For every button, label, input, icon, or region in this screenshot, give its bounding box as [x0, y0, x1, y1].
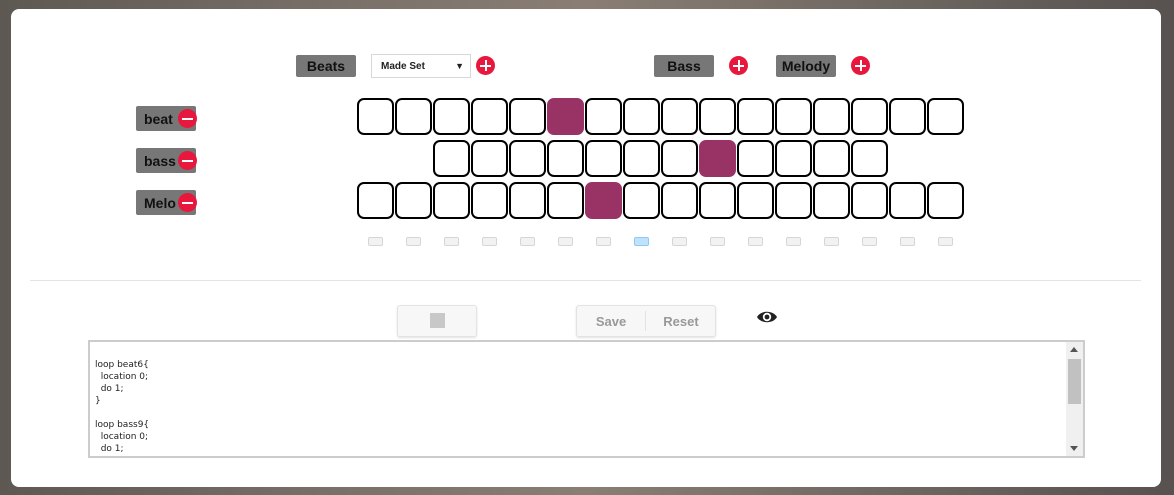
bass-button[interactable]: Bass	[654, 55, 714, 77]
track-label-bass: bass	[136, 148, 197, 173]
remove-melo-minus-icon[interactable]	[178, 193, 197, 212]
step-cell-bass-12[interactable]	[851, 140, 888, 177]
step-cell-beat-10[interactable]	[699, 98, 736, 135]
step-indicator-2	[406, 237, 421, 246]
step-cell-Melo-2[interactable]	[395, 182, 432, 219]
step-cell-Melo-12[interactable]	[775, 182, 812, 219]
step-cell-Melo-4[interactable]	[471, 182, 508, 219]
step-cell-Melo-14[interactable]	[851, 182, 888, 219]
step-cell-bass-6[interactable]	[623, 140, 660, 177]
step-indicator-16	[938, 237, 953, 246]
step-cell-bass-5[interactable]	[585, 140, 622, 177]
step-indicator-1	[368, 237, 383, 246]
step-indicator-3	[444, 237, 459, 246]
sequencer-panel: Beats Made Set ▼ Bass Melody beat bass M…	[11, 9, 1161, 487]
code-textarea[interactable]: loop beat6{ location 0; do 1; } loop bas…	[88, 340, 1085, 458]
track-label-text: Melo	[144, 194, 176, 211]
step-cell-Melo-10[interactable]	[699, 182, 736, 219]
step-cell-Melo-11[interactable]	[737, 182, 774, 219]
set-select[interactable]: Made Set ▼	[371, 54, 471, 78]
remove-bass-minus-icon[interactable]	[178, 151, 197, 170]
scroll-thumb[interactable]	[1068, 359, 1081, 404]
step-cell-bass-11[interactable]	[813, 140, 850, 177]
track-label-beat: beat	[136, 106, 197, 131]
save-button[interactable]: Save	[577, 306, 645, 336]
add-melody-plus-icon[interactable]	[851, 56, 870, 75]
step-indicator-14	[862, 237, 877, 246]
step-indicator-10	[710, 237, 725, 246]
add-beat-plus-icon[interactable]	[476, 56, 495, 75]
step-indicator-15	[900, 237, 915, 246]
beats-button[interactable]: Beats	[296, 55, 356, 77]
step-indicator-12	[786, 237, 801, 246]
step-cell-bass-1[interactable]	[433, 140, 470, 177]
step-cell-bass-10[interactable]	[775, 140, 812, 177]
step-cell-bass-7[interactable]	[661, 140, 698, 177]
step-indicator-4	[482, 237, 497, 246]
eye-icon[interactable]	[756, 308, 778, 326]
step-cell-beat-11[interactable]	[737, 98, 774, 135]
step-cell-beat-7[interactable]	[585, 98, 622, 135]
scroll-up-icon[interactable]	[1070, 347, 1078, 352]
step-cell-beat-12[interactable]	[775, 98, 812, 135]
step-cell-Melo-6[interactable]	[547, 182, 584, 219]
remove-beat-minus-icon[interactable]	[178, 109, 197, 128]
step-cell-beat-9[interactable]	[661, 98, 698, 135]
step-indicator-7	[596, 237, 611, 246]
step-cell-beat-13[interactable]	[813, 98, 850, 135]
step-indicator-11	[748, 237, 763, 246]
track-label-text: bass	[144, 152, 176, 169]
divider	[30, 280, 1141, 281]
step-cell-beat-4[interactable]	[471, 98, 508, 135]
save-reset-group: Save Reset	[576, 305, 716, 337]
step-cell-bass-3[interactable]	[509, 140, 546, 177]
stop-button[interactable]	[397, 305, 477, 337]
step-cell-beat-5[interactable]	[509, 98, 546, 135]
step-cell-Melo-9[interactable]	[661, 182, 698, 219]
melody-button[interactable]: Melody	[776, 55, 836, 77]
reset-button[interactable]: Reset	[646, 306, 716, 336]
add-bass-plus-icon[interactable]	[729, 56, 748, 75]
step-cell-bass-9[interactable]	[737, 140, 774, 177]
step-cell-beat-8[interactable]	[623, 98, 660, 135]
track-label-melo: Melo	[136, 190, 197, 215]
track-label-text: beat	[144, 110, 173, 127]
step-indicator-9	[672, 237, 687, 246]
step-cell-bass-4[interactable]	[547, 140, 584, 177]
step-cell-bass-2[interactable]	[471, 140, 508, 177]
step-indicator-13	[824, 237, 839, 246]
step-indicator-5	[520, 237, 535, 246]
stop-icon	[430, 313, 445, 328]
step-cell-bass-8[interactable]	[699, 140, 736, 177]
step-cell-beat-1[interactable]	[357, 98, 394, 135]
step-cell-Melo-15[interactable]	[889, 182, 926, 219]
step-cell-Melo-16[interactable]	[927, 182, 964, 219]
step-cell-Melo-7[interactable]	[585, 182, 622, 219]
step-cell-Melo-5[interactable]	[509, 182, 546, 219]
code-scrollbar[interactable]	[1066, 342, 1083, 456]
chevron-down-icon: ▼	[455, 61, 464, 71]
step-cell-beat-14[interactable]	[851, 98, 888, 135]
set-select-value: Made Set	[381, 60, 425, 72]
code-text: loop beat6{ location 0; do 1; } loop bas…	[95, 360, 150, 454]
step-cell-beat-3[interactable]	[433, 98, 470, 135]
step-cell-Melo-1[interactable]	[357, 182, 394, 219]
step-cell-beat-15[interactable]	[889, 98, 926, 135]
step-cell-Melo-3[interactable]	[433, 182, 470, 219]
step-cell-beat-16[interactable]	[927, 98, 964, 135]
step-cell-Melo-13[interactable]	[813, 182, 850, 219]
step-indicator-6	[558, 237, 573, 246]
step-indicator-8	[634, 237, 649, 246]
step-cell-beat-6[interactable]	[547, 98, 584, 135]
step-cell-beat-2[interactable]	[395, 98, 432, 135]
scroll-down-icon[interactable]	[1070, 446, 1078, 451]
step-cell-Melo-8[interactable]	[623, 182, 660, 219]
